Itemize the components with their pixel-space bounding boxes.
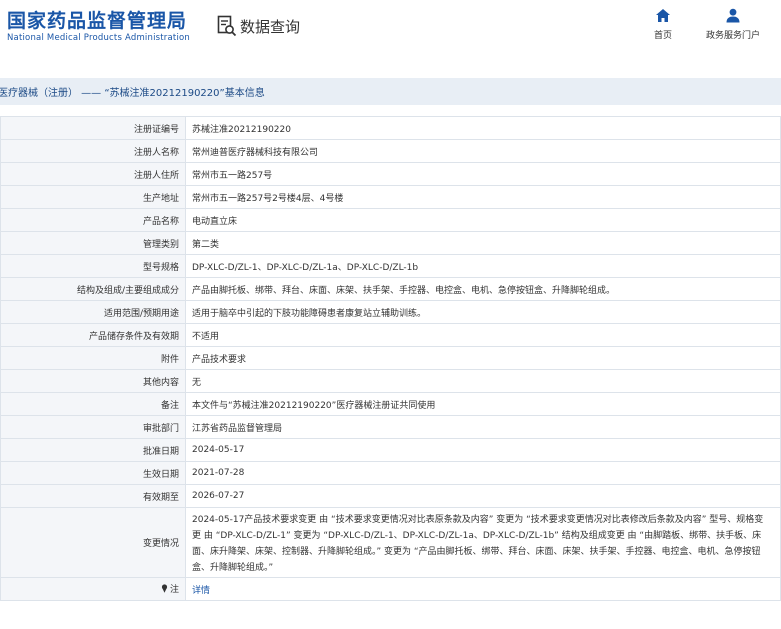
field-value: 江苏省药品监督管理局 — [185, 415, 781, 439]
table-row-change-history: 变更情况 2024-05-17产品技术要求变更 由 “技术要求变更情况对比表原条款… — [0, 507, 781, 578]
table-row: 生产地址 常州市五一路257号2号楼4层、4号楼 — [0, 185, 781, 209]
field-label: 附件 — [0, 346, 186, 370]
nav-home[interactable]: 首页 — [646, 8, 680, 41]
home-icon — [656, 9, 670, 22]
field-label: 生产地址 — [0, 185, 186, 209]
field-value: 2021-07-28 — [185, 461, 781, 485]
field-value: 不适用 — [185, 323, 781, 347]
table-row: 生效日期 2021-07-28 — [0, 461, 781, 485]
field-label: 型号规格 — [0, 254, 186, 278]
table-row: 附件 产品技术要求 — [0, 346, 781, 370]
site-logo-subtitle: National Medical Products Administration — [7, 33, 190, 43]
pin-icon — [161, 584, 168, 593]
field-value: 本文件与“苏械注准20212190220”医疗器械注册证共同使用 — [185, 392, 781, 416]
table-row: 产品储存条件及有效期 不适用 — [0, 323, 781, 347]
table-row: 备注 本文件与“苏械注准20212190220”医疗器械注册证共同使用 — [0, 392, 781, 416]
nav-service-portal[interactable]: 政务服务门户 — [700, 8, 766, 41]
table-row: 有效期至 2026-07-27 — [0, 484, 781, 508]
field-value: 苏械注准20212190220 — [185, 116, 781, 140]
field-label: 注册人名称 — [0, 139, 186, 163]
field-label: 结构及组成/主要组成成分 — [0, 277, 186, 301]
field-value: DP-XLC-D/ZL-1、DP-XLC-D/ZL-1a、DP-XLC-D/ZL… — [185, 254, 781, 278]
field-label: 生效日期 — [0, 461, 186, 485]
site-header: 国家药品监督管理局 National Medical Products Admi… — [0, 0, 781, 64]
field-value: 无 — [185, 369, 781, 393]
field-value: 产品由脚托板、绑带、拜台、床面、床架、扶手架、手控器、电控盒、电机、急停按钮盒、… — [185, 277, 781, 301]
field-value: 常州迪普医疗器械科技有限公司 — [185, 139, 781, 163]
field-value: 常州市五一路257号2号楼4层、4号楼 — [185, 185, 781, 209]
table-row: 注册人名称 常州迪普医疗器械科技有限公司 — [0, 139, 781, 163]
table-row: 其他内容无 — [0, 369, 781, 393]
data-query-label: 数据查询 — [240, 17, 301, 36]
change-history-value: 2024-05-17产品技术要求变更 由 “技术要求变更情况对比表原条款及内容”… — [185, 507, 781, 578]
table-row: 适用范围/预期用途 适用于脑卒中引起的下肢功能障碍患者康复站立辅助训练。 — [0, 300, 781, 324]
table-row: 结构及组成/主要组成成分 产品由脚托板、绑带、拜台、床面、床架、扶手架、手控器、电… — [0, 277, 781, 301]
note-label-wrap: 注 — [161, 582, 179, 595]
table-row: 审批部门 江苏省药品监督管理局 — [0, 415, 781, 439]
nav-home-label: 首页 — [653, 31, 672, 41]
change-history-label: 变更情况 — [0, 507, 186, 578]
field-label: 管理类别 — [0, 231, 186, 255]
field-label: 备注 — [0, 392, 186, 416]
field-label: 审批部门 — [0, 415, 186, 439]
record-title: 医疗器械（注册） —— “苏械注准20212190220”基本信息 — [0, 88, 265, 99]
table-row: 管理类别 第二类 — [0, 231, 781, 255]
field-label: 注册证编号 — [0, 116, 186, 140]
field-value: 2024-05-17 — [185, 438, 781, 462]
field-value: 第二类 — [185, 231, 781, 255]
note-label-cell: 注 — [0, 577, 186, 601]
field-value: 2026-07-27 — [185, 484, 781, 508]
search-document-icon — [217, 15, 237, 37]
field-label: 批准日期 — [0, 438, 186, 462]
field-label: 其他内容 — [0, 369, 186, 393]
field-label: 产品储存条件及有效期 — [0, 323, 186, 347]
table-row: 型号规格 DP-XLC-D/ZL-1、DP-XLC-D/ZL-1a、DP-XLC-… — [0, 254, 781, 278]
table-row: 注册证编号 苏械注准20212190220 — [0, 116, 781, 140]
note-value-cell: 详情 — [185, 577, 781, 601]
field-label: 有效期至 — [0, 484, 186, 508]
field-value: 产品技术要求 — [185, 346, 781, 370]
data-query-link[interactable]: 数据查询 — [217, 14, 300, 38]
nav-service-portal-label: 政务服务门户 — [705, 31, 760, 41]
field-label: 注册人住所 — [0, 162, 186, 186]
record-title-band: 医疗器械（注册） —— “苏械注准20212190220”基本信息 — [0, 78, 781, 105]
table-row: 注册人住所 常州市五一路257号 — [0, 162, 781, 186]
field-label: 产品名称 — [0, 208, 186, 232]
field-value: 电动直立床 — [185, 208, 781, 232]
field-value: 常州市五一路257号 — [185, 162, 781, 186]
registration-info-table: 注册证编号 苏械注准20212190220 注册人名称 常州迪普医疗器械科技有限公司… — [0, 116, 781, 601]
field-value: 适用于脑卒中引起的下肢功能障碍患者康复站立辅助训练。 — [185, 300, 781, 324]
details-link[interactable]: 详情 — [192, 586, 210, 596]
site-logo-title[interactable]: 国家药品监督管理局 — [7, 6, 187, 33]
table-row-note: 注 详情 — [0, 577, 781, 601]
table-row: 产品名称 电动直立床 — [0, 208, 781, 232]
table-row: 批准日期 2024-05-17 — [0, 438, 781, 462]
field-label: 适用范围/预期用途 — [0, 300, 186, 324]
note-label: 注 — [169, 585, 179, 595]
user-icon — [726, 8, 740, 23]
